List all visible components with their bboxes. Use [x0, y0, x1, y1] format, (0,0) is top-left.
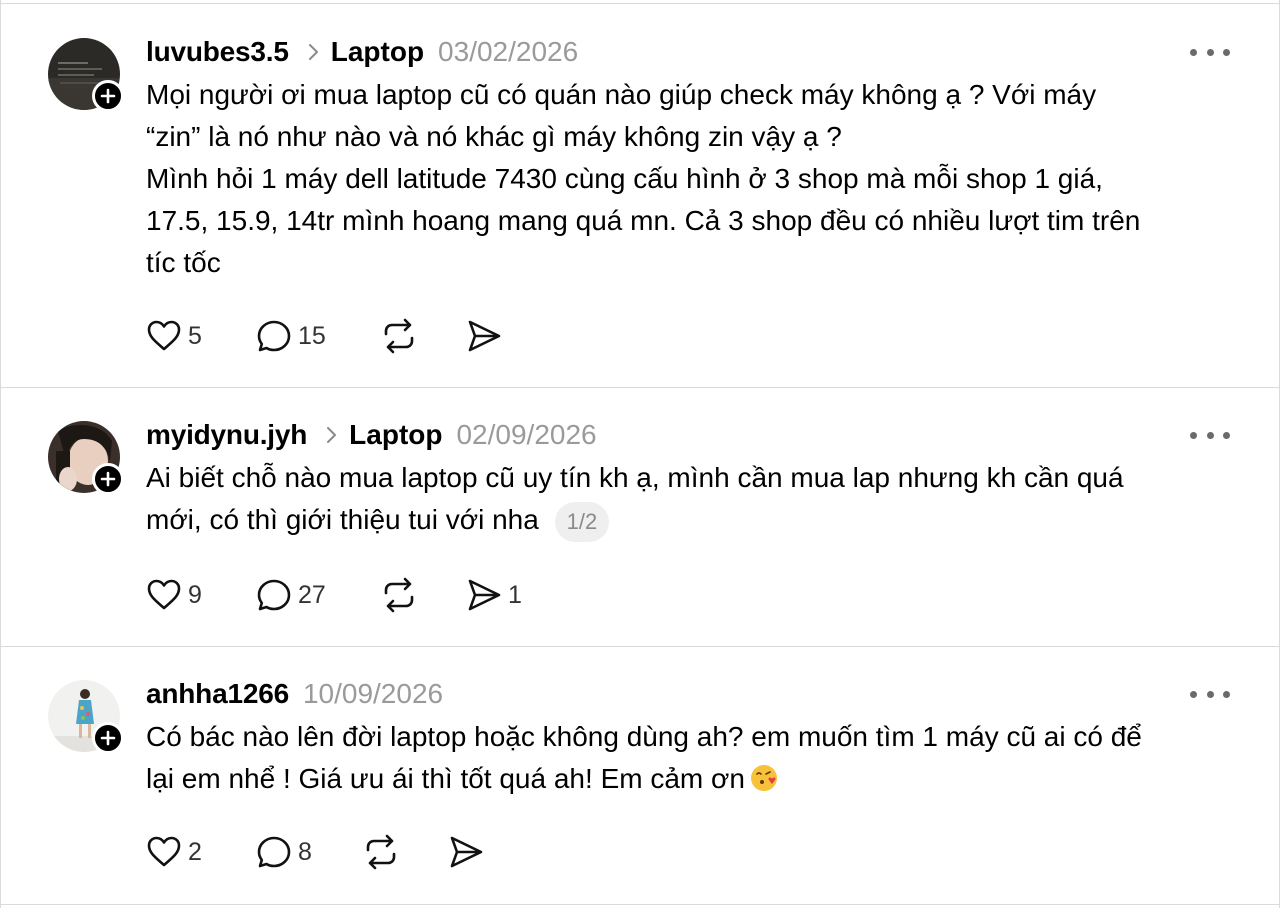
- post-text: Mọi người ơi mua laptop cũ có quán nào g…: [146, 79, 1141, 278]
- repost-button[interactable]: [362, 832, 400, 872]
- share-button[interactable]: 1: [466, 575, 522, 615]
- post-divider: [0, 646, 1280, 647]
- repost-icon: [384, 577, 414, 613]
- comment-count: 15: [298, 321, 326, 350]
- comment-icon: [257, 579, 291, 611]
- comment-button[interactable]: 15: [256, 316, 326, 356]
- more-options-icon[interactable]: [1190, 682, 1230, 706]
- feed-right-border: [1279, 0, 1280, 908]
- avatar-container[interactable]: [48, 421, 124, 497]
- face-blowing-kiss-icon: [750, 765, 777, 791]
- send-icon: [450, 836, 483, 868]
- repost-button[interactable]: [380, 316, 418, 356]
- like-button[interactable]: 2: [146, 832, 202, 872]
- post-header: anhha1266 10/09/2026: [146, 674, 443, 714]
- more-options-icon[interactable]: [1190, 40, 1230, 64]
- more-options-icon[interactable]: [1190, 423, 1230, 447]
- comment-icon: [257, 320, 291, 352]
- like-count: 9: [188, 580, 202, 609]
- like-button[interactable]: 9: [146, 575, 202, 615]
- comment-button[interactable]: 27: [256, 575, 326, 615]
- send-icon: [468, 579, 501, 611]
- username[interactable]: luvubes3.5: [146, 36, 289, 68]
- username[interactable]: myidynu.jyh: [146, 419, 307, 451]
- plus-icon: [100, 730, 116, 746]
- post-text: Có bác nào lên đời laptop hoặc không dùn…: [146, 716, 1236, 800]
- post-divider: [0, 904, 1280, 905]
- post-date: 02/09/2026: [456, 419, 597, 450]
- share-button[interactable]: [448, 832, 484, 872]
- feed-left-border: [0, 0, 1, 908]
- post-date: 10/09/2026: [302, 678, 444, 709]
- image-pager[interactable]: 1/2: [554, 501, 610, 542]
- heart-icon: [147, 836, 181, 867]
- post-date: 03/02/2026: [438, 36, 579, 67]
- follow-plus-button[interactable]: [92, 463, 124, 495]
- follow-plus-button[interactable]: [92, 722, 124, 754]
- like-button[interactable]: 5: [146, 316, 202, 356]
- comment-count: 27: [298, 580, 326, 609]
- post-header: luvubes3.5 Laptop 03/02/2026: [146, 32, 578, 72]
- topic-tag[interactable]: Laptop: [331, 36, 424, 68]
- plus-icon: [100, 88, 116, 104]
- heart-icon: [147, 320, 181, 351]
- repost-icon: [384, 318, 414, 354]
- plus-icon: [100, 471, 116, 487]
- comment-count: 8: [298, 837, 312, 866]
- post-text: Ai biết chỗ nào mua laptop cũ uy tín kh …: [146, 457, 1236, 542]
- send-icon: [468, 320, 501, 352]
- topic-tag[interactable]: Laptop: [349, 419, 442, 451]
- avatar-container[interactable]: [48, 680, 124, 756]
- post-text-content: Có bác nào lên đời laptop hoặc không dùn…: [146, 721, 1142, 794]
- follow-plus-button[interactable]: [92, 80, 124, 112]
- avatar-container[interactable]: [48, 38, 124, 114]
- threads-feed: luvubes3.5 Laptop 03/02/2026 Mọi người ơ…: [0, 0, 1282, 908]
- comment-button[interactable]: 8: [256, 832, 312, 872]
- like-count: 5: [188, 321, 202, 350]
- repost-icon: [366, 834, 396, 870]
- chevron-right-icon: [307, 43, 319, 61]
- share-button[interactable]: [466, 316, 502, 356]
- post-header: myidynu.jyh Laptop 02/09/2026: [146, 415, 597, 455]
- username[interactable]: anhha1266: [146, 678, 289, 710]
- comment-icon: [257, 836, 291, 868]
- like-count: 2: [188, 837, 202, 866]
- heart-icon: [147, 579, 181, 610]
- chevron-right-icon: [325, 426, 337, 444]
- share-count: 1: [508, 580, 522, 609]
- feed-top-divider: [0, 3, 1280, 4]
- post-text-content: Ai biết chỗ nào mua laptop cũ uy tín kh …: [146, 462, 1124, 535]
- post-divider: [0, 387, 1280, 388]
- repost-button[interactable]: [380, 575, 418, 615]
